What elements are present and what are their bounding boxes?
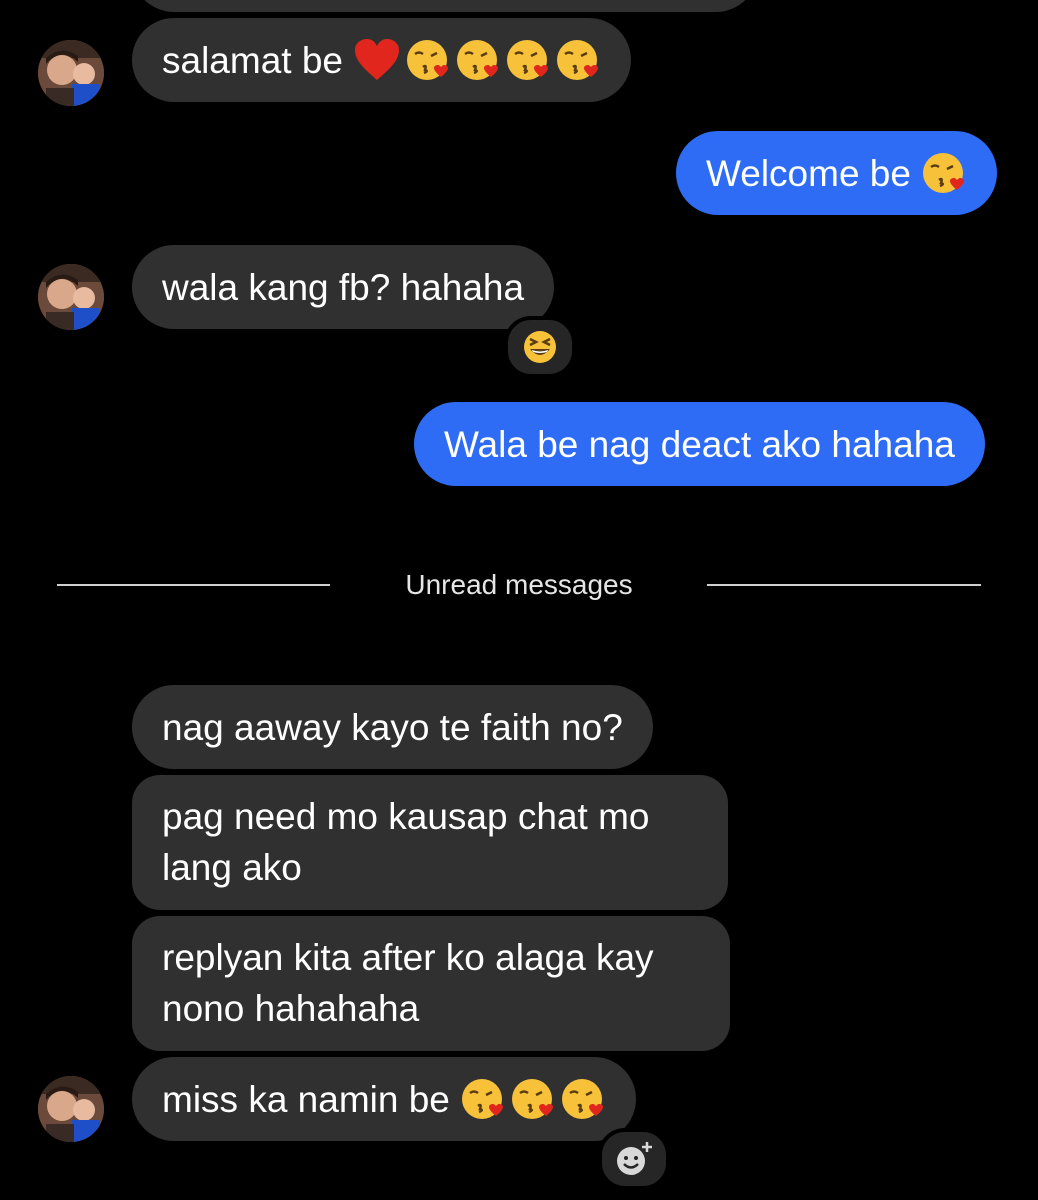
emoji-group (353, 37, 601, 83)
message-text-line: nono hahahaha (162, 988, 420, 1029)
message-bubble-incoming[interactable]: replyan kita after ko alaga kay nono hah… (132, 916, 730, 1051)
unread-messages-label: Unread messages (405, 569, 633, 600)
contact-avatar[interactable] (38, 264, 104, 330)
message-text: salamat be (162, 39, 343, 81)
previous-message-bubble[interactable] (132, 0, 758, 12)
red-heart-icon (355, 39, 399, 80)
grinning-squinting-face-icon (524, 331, 556, 363)
add-reaction-icon (617, 1142, 652, 1175)
avatar-photo-icon (38, 264, 104, 330)
emoji-group (460, 1076, 606, 1122)
face-blowing-kiss-icon (507, 40, 548, 80)
emoji-group (921, 150, 967, 196)
message-text: nag aaway kayo te faith no? (162, 706, 623, 748)
message-bubble-outgoing[interactable]: Wala be nag deact ako hahaha (414, 402, 985, 486)
avatar-photo-icon (38, 40, 104, 106)
face-blowing-kiss-icon (407, 40, 448, 80)
message-bubble-incoming[interactable]: pag need mo kausap chat mo lang ako (132, 775, 728, 910)
message-text-line: pag need mo kausap chat mo (162, 796, 650, 837)
divider-line-right (707, 584, 981, 586)
add-reaction-button[interactable] (598, 1128, 670, 1190)
divider-line-left (57, 584, 330, 586)
message-text-line: replyan kita after ko alaga kay (162, 937, 654, 978)
avatar-photo-icon (38, 1076, 104, 1142)
message-bubble-incoming[interactable]: salamat be (132, 18, 631, 102)
face-blowing-kiss-icon (457, 40, 498, 80)
contact-avatar[interactable] (38, 40, 104, 106)
message-bubble-incoming[interactable]: wala kang fb? hahaha (132, 245, 555, 329)
face-blowing-kiss-icon (461, 1079, 503, 1119)
message-reaction[interactable] (504, 316, 576, 378)
message-text: Welcome be (706, 152, 911, 194)
face-blowing-kiss-icon (511, 1079, 553, 1119)
message-bubble-incoming[interactable]: nag aaway kayo te faith no? (132, 685, 653, 769)
message-bubble-outgoing[interactable]: Welcome be (676, 131, 997, 215)
face-blowing-kiss-icon (561, 1079, 603, 1119)
message-text: Wala be nag deact ako hahaha (444, 423, 955, 465)
message-text: miss ka namin be (162, 1078, 450, 1120)
message-text: wala kang fb? hahaha (162, 266, 525, 308)
message-bubble-incoming[interactable]: miss ka namin be (132, 1057, 636, 1141)
message-text-line: lang ako (162, 847, 302, 888)
contact-avatar[interactable] (38, 1076, 104, 1142)
face-blowing-kiss-icon (557, 40, 598, 80)
face-blowing-kiss-icon (922, 153, 964, 193)
